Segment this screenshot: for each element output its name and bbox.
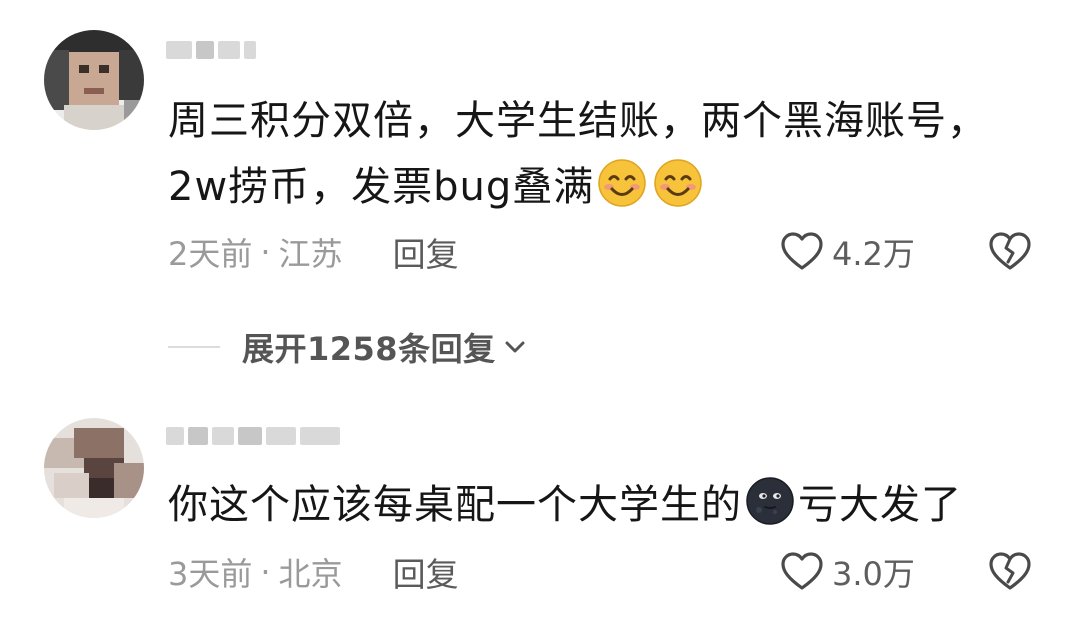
new-moon-face-emoji [745,476,795,526]
comment-text-line: 你这个应该每桌配一个大学生的 亏大发了 [168,472,1020,538]
avatar[interactable] [44,30,144,130]
meta-separator: · [260,553,271,591]
comment-text-line: 周三积分双倍，大学生结账，两个黑海账号， [168,98,988,144]
comment-time: 2天前 [168,235,253,273]
comment-text-segment: 亏大发了 [798,482,962,528]
comment-text-segment: 你这个应该每桌配一个大学生的 [168,482,742,528]
comment-text: 周三积分双倍，大学生结账，两个黑海账号， 2w捞币，发票bug叠满 [168,88,1020,220]
expand-replies-label: 展开1258条回复 [242,330,496,368]
heart-outline-icon [780,550,824,594]
meta-separator: · [260,233,271,271]
comment-location: 江苏 [278,235,343,273]
comment-text: 你这个应该每桌配一个大学生的 亏大发了 [168,472,1020,538]
broken-heart-icon [988,550,1032,594]
comment-item: 周三积分双倍，大学生结账，两个黑海账号， 2w捞币，发票bug叠满 2天前 · … [0,0,1080,300]
like-count: 4.2万 [832,235,915,273]
like-button[interactable]: 4.2万 [780,230,915,274]
comment-time: 3天前 [168,555,253,593]
comment-text-line: 2w捞币，发票bug叠满 [168,154,1020,220]
comment-meta: 3天前 · 北京 回复 [168,552,459,594]
heart-outline-icon [780,230,824,274]
comment-list: 周三积分双倍，大学生结账，两个黑海账号， 2w捞币，发票bug叠满 2天前 · … [0,0,1080,628]
comment-text-segment: 2w捞币，发票bug叠满 [168,164,595,210]
reply-button[interactable]: 回复 [393,228,459,276]
comment-location: 北京 [278,555,343,593]
username-blurred[interactable] [166,38,256,62]
dislike-button[interactable] [988,550,1032,594]
broken-heart-icon [988,230,1032,274]
divider [168,346,220,348]
reply-button[interactable]: 回复 [393,548,459,596]
smiling-face-emoji [653,158,703,208]
like-count: 3.0万 [832,555,915,593]
avatar[interactable] [44,418,144,518]
expand-replies-button[interactable]: 展开1258条回复 [168,322,528,372]
chevron-down-icon [502,334,528,360]
comment-meta: 2天前 · 江苏 回复 [168,232,459,274]
dislike-button[interactable] [988,230,1032,274]
like-button[interactable]: 3.0万 [780,550,915,594]
username-blurred[interactable] [166,424,340,448]
comment-item: 你这个应该每桌配一个大学生的 亏大发了 3天前 · 北京 回复 3.0万 [0,402,1080,628]
smiling-face-emoji [597,158,647,208]
